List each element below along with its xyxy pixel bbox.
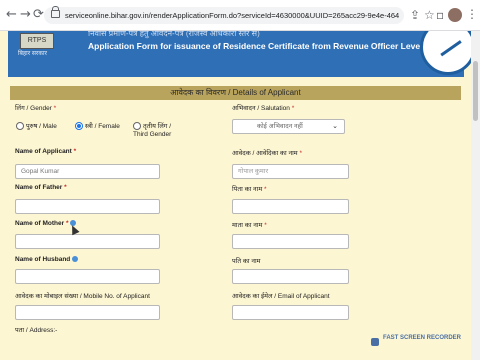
gender-third-label-en: Third Gender	[133, 131, 172, 138]
father-name-hi-label: पिता का नाम *	[232, 186, 267, 193]
applicant-name-label: Name of Applicant *	[15, 148, 77, 155]
mother-name-hi-input[interactable]	[232, 234, 349, 249]
page-title: Application Form for issuance of Residen…	[88, 41, 423, 51]
page-scrollbar[interactable]	[471, 31, 480, 360]
gender-label: लिंग / Gender *	[15, 105, 57, 112]
gender-female-radio[interactable]	[75, 122, 83, 130]
info-icon[interactable]	[72, 256, 79, 263]
father-name-label: Name of Father *	[15, 184, 67, 191]
mobile-input[interactable]	[15, 305, 160, 320]
mother-name-label: Name of Mother *	[15, 220, 77, 227]
gender-male-radio[interactable]	[16, 122, 24, 130]
back-arrow-icon[interactable]: ←	[6, 7, 17, 23]
extension-icon[interactable]: ▫	[436, 8, 444, 22]
browser-toolbar: ← → ⟳ serviceonline.bihar.gov.in/renderA…	[0, 0, 480, 31]
scrollbar-thumb[interactable]	[473, 61, 478, 121]
father-name-hi-input[interactable]	[232, 199, 349, 214]
salutation-value: कोई अभिवादन नहीं	[257, 123, 303, 130]
husband-name-input[interactable]	[15, 269, 160, 284]
gender-male-label: पुरुष / Male	[26, 123, 57, 130]
address-bar[interactable]: serviceonline.bihar.gov.in/renderApplica…	[44, 6, 404, 24]
applicant-name-hi-label: आवेदक / आवेदिका का नाम *	[232, 150, 302, 157]
reload-icon[interactable]: ⟳	[33, 7, 44, 23]
recorder-watermark: FAST SCREEN RECORDER	[383, 335, 462, 341]
mother-name-hi-label: माता का नाम *	[232, 222, 267, 229]
email-label: आवेदक का ईमेल / Email of Applicant	[232, 293, 330, 300]
header-hindi-title: निवास प्रमाण-पत्र हेतु आवेदन-पत्र (राजस्…	[88, 31, 260, 38]
url-text: serviceonline.bihar.gov.in/renderApplica…	[65, 11, 399, 20]
gender-third-radio[interactable]	[133, 122, 141, 130]
chevron-down-icon: ⌄	[332, 123, 338, 130]
state-emblem-icon	[420, 31, 471, 75]
site-header: RTPS बिहार सरकार निवास प्रमाण-पत्र हेतु …	[8, 31, 471, 77]
gender-third-label: तृतीय लिंग /	[143, 123, 172, 130]
husband-name-hi-label: पति का नाम	[232, 258, 261, 265]
share-icon[interactable]: ⇪	[410, 8, 420, 22]
recorder-logo-icon	[371, 338, 379, 346]
mother-name-input[interactable]	[15, 234, 160, 249]
gender-female-label: स्त्री / Female	[85, 123, 120, 130]
profile-avatar[interactable]	[448, 8, 462, 22]
salutation-label: अभिवादन / Salutation *	[232, 105, 295, 112]
rtps-logo: RTPS	[20, 33, 54, 49]
lock-icon	[51, 6, 60, 18]
email-input[interactable]	[232, 305, 349, 320]
address-label: पता / Address:-	[15, 327, 58, 334]
section-title: आवेदक का विवरण / Details of Applicant	[10, 86, 461, 100]
husband-name-hi-input[interactable]	[232, 269, 349, 284]
bookmark-star-icon[interactable]: ☆	[424, 8, 435, 22]
husband-name-label: Name of Husband	[15, 256, 79, 263]
applicant-name-hi-input[interactable]: गोपाल कुमार	[232, 164, 349, 179]
page-content: RTPS बिहार सरकार निवास प्रमाण-पत्र हेतु …	[0, 31, 471, 360]
kebab-menu-icon[interactable]: ⋮	[466, 7, 478, 21]
forward-arrow-icon[interactable]: →	[20, 7, 31, 23]
mobile-label: आवेदक का मोबाइल संख्या / Mobile No. of A…	[15, 293, 150, 300]
logo-caption: बिहार सरकार	[18, 51, 47, 57]
father-name-input[interactable]	[15, 199, 160, 214]
applicant-name-input[interactable]: Gopal Kumar	[15, 164, 160, 179]
salutation-select[interactable]: कोई अभिवादन नहीं ⌄	[232, 119, 345, 134]
